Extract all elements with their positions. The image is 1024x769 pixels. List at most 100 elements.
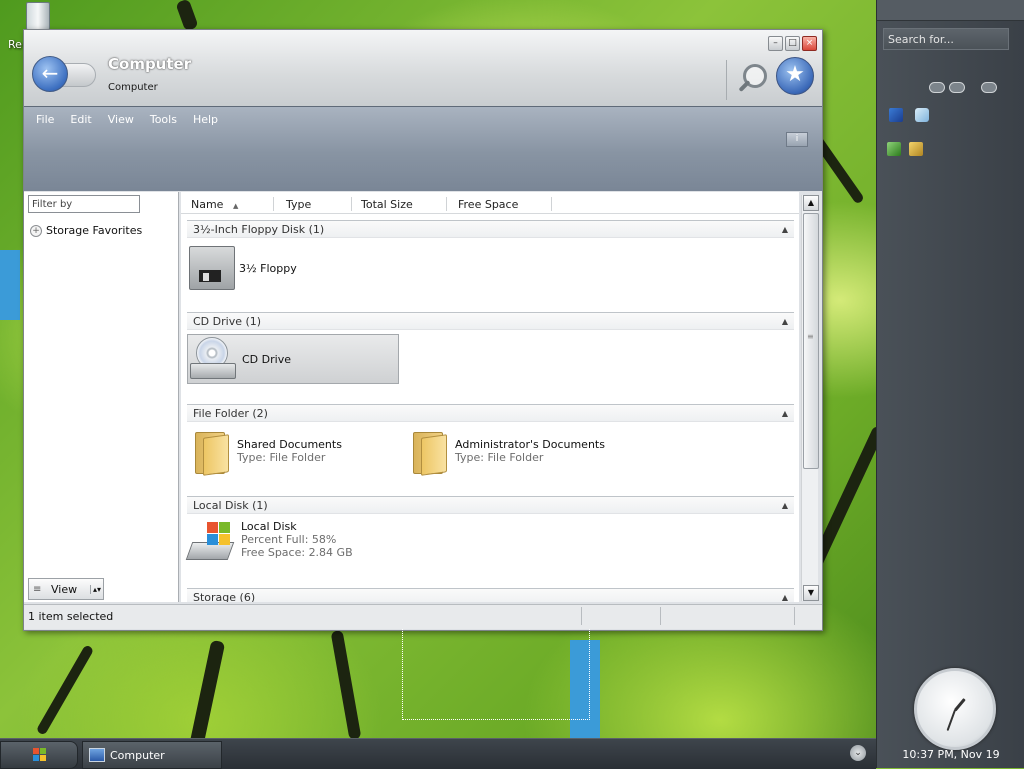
- scroll-up-button[interactable]: ▲: [803, 195, 819, 211]
- title-bar[interactable]: ← Computer Computer ★ – □ ×: [24, 30, 822, 106]
- wallpaper-stem: [188, 639, 226, 751]
- wallpaper-stem: [175, 0, 199, 32]
- collapse-icon[interactable]: ▲: [782, 313, 788, 331]
- sidebar: 10:37 PM, Nov 19: [876, 0, 1024, 768]
- computer-icon: [89, 748, 105, 762]
- taskbar-computer-button[interactable]: Computer: [82, 741, 222, 769]
- note-icon[interactable]: [915, 108, 929, 122]
- back-button[interactable]: ←: [32, 56, 68, 92]
- scroll-thumb[interactable]: ≡: [803, 213, 819, 469]
- pin-icon[interactable]: [889, 108, 903, 122]
- column-divider[interactable]: [273, 197, 274, 211]
- favorites-star-button[interactable]: ★: [776, 57, 814, 95]
- item-administrators-documents[interactable]: Administrator's Documents Type: File Fol…: [409, 428, 605, 476]
- item-type: Type: File Folder: [455, 451, 544, 464]
- storage-favorites-item[interactable]: + Storage Favorites: [30, 224, 142, 237]
- folder-icon: [191, 428, 231, 476]
- menu-bar: File Edit View Tools Help: [28, 111, 226, 128]
- maximize-button[interactable]: □: [785, 36, 800, 51]
- chat-bubble-icon[interactable]: [949, 82, 965, 93]
- collapse-icon[interactable]: ▲: [782, 497, 788, 515]
- item-local-disk[interactable]: Local Disk Percent Full: 58% Free Space:…: [185, 518, 353, 562]
- wallpaper-stem: [330, 629, 362, 741]
- network-icon[interactable]: [887, 142, 901, 156]
- item-name: Local Disk: [241, 520, 297, 533]
- column-divider[interactable]: [446, 197, 447, 211]
- wallpaper-sky: [0, 250, 20, 320]
- search-button[interactable]: [736, 62, 770, 96]
- chat-bubble-icon[interactable]: [929, 82, 945, 93]
- floppy-disk-icon: [189, 244, 235, 290]
- folder-icon: [409, 428, 449, 476]
- column-name[interactable]: Name ▲: [191, 198, 238, 211]
- column-divider[interactable]: [351, 197, 352, 211]
- group-label: File Folder (2): [193, 407, 268, 420]
- recycle-bin-icon[interactable]: [24, 2, 52, 32]
- item-name: 3½ Floppy: [239, 262, 297, 275]
- column-free-space[interactable]: Free Space: [458, 198, 518, 211]
- clock-minute-hand: [946, 709, 956, 732]
- column-name-label: Name: [191, 198, 224, 211]
- menu-view[interactable]: View: [100, 111, 142, 128]
- column-total-size[interactable]: Total Size: [361, 198, 413, 211]
- selection-rectangle: [402, 629, 590, 720]
- status-divider: [660, 607, 661, 625]
- navigation-pane: + Storage Favorites ≡ View ▴▾: [24, 192, 179, 602]
- status-bar: 1 item selected: [24, 604, 822, 629]
- group-header-storage[interactable]: Storage (6) ▲: [187, 588, 794, 602]
- toolbar-divider: [726, 60, 727, 100]
- item-name: CD Drive: [242, 353, 291, 366]
- menu-edit[interactable]: Edit: [62, 111, 99, 128]
- group-label: CD Drive (1): [193, 315, 262, 328]
- group-label: Local Disk (1): [193, 499, 268, 512]
- sidebar-search-input[interactable]: [883, 28, 1009, 50]
- scroll-down-button[interactable]: ▼: [803, 585, 819, 601]
- clock-hour-hand: [953, 698, 966, 712]
- sort-ascending-icon: ▲: [232, 202, 239, 210]
- group-label: 3½-Inch Floppy Disk (1): [193, 223, 325, 236]
- group-label: Storage (6): [193, 591, 256, 602]
- menu-file[interactable]: File: [28, 111, 62, 128]
- item-cd-drive[interactable]: CD Drive: [187, 334, 399, 384]
- column-header: Name ▲ Type Total Size Free Space: [181, 195, 799, 214]
- group-header-local-disk[interactable]: Local Disk (1) ▲: [187, 496, 794, 514]
- group-header-folder[interactable]: File Folder (2) ▲: [187, 404, 794, 422]
- collapse-icon[interactable]: ▲: [782, 405, 788, 423]
- analog-clock: [914, 668, 996, 750]
- column-divider[interactable]: [551, 197, 552, 211]
- group-header-cd[interactable]: CD Drive (1) ▲: [187, 312, 794, 330]
- sidebar-toolbar: [877, 78, 1024, 108]
- view-button[interactable]: ≡ View ▴▾: [28, 578, 104, 600]
- collapse-icon[interactable]: ▲: [782, 221, 788, 239]
- expand-icon[interactable]: +: [30, 224, 42, 237]
- item-name: Administrator's Documents: [455, 438, 605, 451]
- filter-input[interactable]: [28, 195, 140, 213]
- item-shared-documents[interactable]: Shared Documents Type: File Folder: [191, 428, 342, 476]
- vertical-scrollbar[interactable]: ▲ ≡ ▼: [801, 195, 819, 601]
- taskbar: Computer ⌄: [0, 738, 876, 769]
- keys-icon[interactable]: [909, 142, 923, 156]
- menu-help[interactable]: Help: [185, 111, 226, 128]
- menu-toolbar-area: File Edit View Tools Help i: [24, 106, 822, 191]
- chat-bubble-icon[interactable]: [981, 82, 997, 93]
- view-dropdown-icon[interactable]: ▴▾: [90, 584, 103, 594]
- collapse-icon[interactable]: ▲: [782, 589, 788, 602]
- minimize-button[interactable]: –: [768, 36, 783, 51]
- wallpaper-stem: [35, 644, 95, 736]
- menu-tools[interactable]: Tools: [142, 111, 185, 128]
- column-type[interactable]: Type: [286, 198, 311, 211]
- item-percent-full: Percent Full: 58%: [241, 533, 337, 546]
- taskbar-button-label: Computer: [110, 748, 165, 762]
- cd-drive-icon: [188, 335, 236, 381]
- group-header-floppy[interactable]: 3½-Inch Floppy Disk (1) ▲: [187, 220, 794, 238]
- scroll-grip-icon: ≡: [807, 332, 814, 341]
- trash-icon: [26, 2, 50, 32]
- storage-favorites-label: Storage Favorites: [46, 224, 143, 237]
- recycle-bin-label: Re: [8, 38, 22, 51]
- item-floppy[interactable]: 3½ Floppy: [189, 244, 297, 290]
- tray-expand-icon[interactable]: ⌄: [850, 745, 866, 761]
- view-list-icon: ≡: [33, 583, 42, 595]
- close-button[interactable]: ×: [802, 36, 817, 51]
- info-pane-button[interactable]: i: [786, 132, 808, 147]
- start-button[interactable]: [0, 741, 78, 769]
